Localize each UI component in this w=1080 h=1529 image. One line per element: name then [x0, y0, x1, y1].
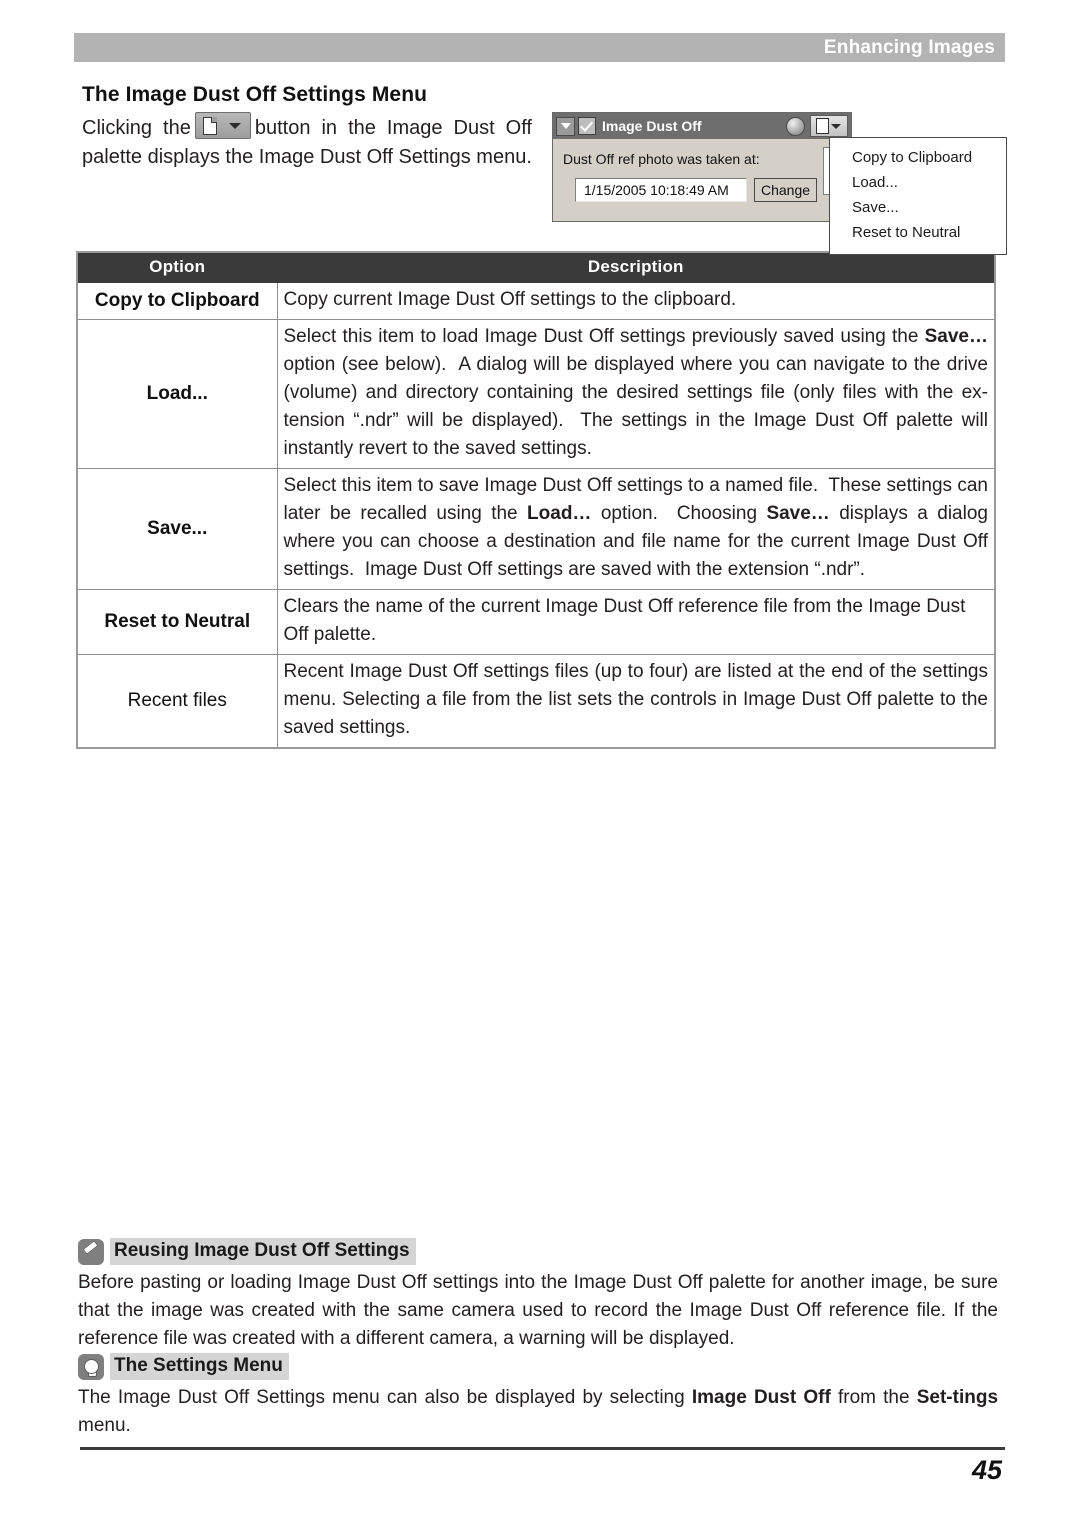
triangle-down-icon[interactable] [556, 116, 575, 136]
option-name-copy-to-clipboard: Copy to Clipboard [76, 281, 278, 320]
note-body: Before pasting or loading Image Dust Off… [78, 1269, 998, 1353]
page-title: The Image Dust Off Settings Menu [82, 83, 428, 106]
table-row: Reset to Neutral Clears the name of the … [76, 588, 996, 655]
document-glyph [202, 117, 217, 135]
menu-item-save[interactable]: Save... [830, 195, 1006, 220]
running-header-band: Enhancing Images [74, 33, 1005, 62]
note-paragraph: The Image Dust Off Settings menu can als… [78, 1387, 999, 1436]
palette-title: Image Dust Off [602, 118, 702, 134]
dust-off-ref-row: 1/15/2005 10:18:49 AM Change [563, 178, 841, 202]
table-row: Load... Select this item to load Image D… [76, 318, 996, 469]
image-dust-off-palette: Image Dust Off Dust Off ref photo was ta… [552, 112, 852, 222]
page-number: 45 [971, 1455, 1002, 1485]
chevron-down-icon [831, 124, 841, 129]
pencil-icon [78, 1238, 104, 1265]
intro-text-before: Clicking the [82, 117, 191, 139]
column-header-option: Option [76, 251, 278, 283]
option-name-save: Save... [76, 467, 278, 590]
running-header-title: Enhancing Images [823, 37, 995, 58]
dust-off-ref-label: Dust Off ref photo was taken at: [563, 151, 760, 167]
note-header: Reusing Image Dust Off Settings [78, 1238, 998, 1265]
table-header-row: Option Description [76, 251, 996, 283]
palette-settings-button[interactable] [810, 115, 848, 137]
note-title: The Settings Menu [110, 1353, 289, 1380]
image-dust-off-palette-figure: Image Dust Off Dust Off ref photo was ta… [552, 112, 1007, 255]
options-table: Option Description Copy to Clipboard Cop… [76, 251, 996, 749]
footer-rule [80, 1447, 1005, 1450]
note-title: Reusing Image Dust Off Settings [110, 1238, 416, 1265]
note-paragraph: Before pasting or loading Image Dust Off… [78, 1272, 998, 1349]
option-description-load: Select this item to load Image Dust Off … [276, 318, 996, 469]
option-name-recent-files: Recent files [76, 653, 278, 748]
document-glyph [816, 118, 829, 134]
checkbox-checked-icon[interactable] [578, 117, 596, 135]
note-body: The Image Dust Off Settings menu can als… [78, 1384, 998, 1440]
chevron-down-icon [228, 123, 241, 129]
option-description-recent-files: Recent Image Dust Off settings files (up… [276, 653, 996, 748]
table-row: Save... Select this item to save Image D… [76, 467, 996, 590]
document-dropdown-icon [194, 112, 251, 139]
dust-off-date-field[interactable]: 1/15/2005 10:18:49 AM [575, 178, 747, 202]
circle-knob-icon[interactable] [786, 116, 805, 136]
table-row: Recent files Recent Image Dust Off setti… [76, 653, 996, 748]
menu-item-reset-to-neutral[interactable]: Reset to Neutral [830, 220, 1006, 245]
menu-item-load[interactable]: Load... [830, 170, 1006, 195]
option-description-copy-to-clipboard: Copy current Image Dust Off settings to … [276, 281, 996, 320]
table-row: Copy to Clipboard Copy current Image Dus… [76, 281, 996, 320]
lightbulb-icon [78, 1353, 104, 1380]
note-settings-menu: The Settings Menu The Image Dust Off Set… [78, 1353, 998, 1440]
change-button[interactable]: Change [754, 178, 818, 202]
settings-popup-menu[interactable]: Copy to Clipboard Load... Save... Reset … [829, 137, 1007, 255]
menu-item-copy-to-clipboard[interactable]: Copy to Clipboard [830, 145, 1006, 170]
option-description-reset-to-neutral: Clears the name of the current Image Dus… [276, 588, 996, 655]
options-table-body: Copy to Clipboard Copy current Image Dus… [76, 281, 996, 748]
note-reusing-settings: Reusing Image Dust Off Settings Before p… [78, 1238, 998, 1353]
note-header: The Settings Menu [78, 1353, 998, 1380]
palette-body: Dust Off ref photo was taken at: 1/15/20… [553, 139, 851, 221]
option-name-reset-to-neutral: Reset to Neutral [76, 588, 278, 655]
column-header-description: Description [276, 251, 996, 283]
intro-paragraph: Clicking the button in the Image Dust Off… [82, 112, 532, 172]
option-name-load: Load... [76, 318, 278, 469]
option-description-save: Select this item to save Image Dust Off … [276, 467, 996, 590]
palette-titlebar: Image Dust Off [553, 113, 851, 139]
